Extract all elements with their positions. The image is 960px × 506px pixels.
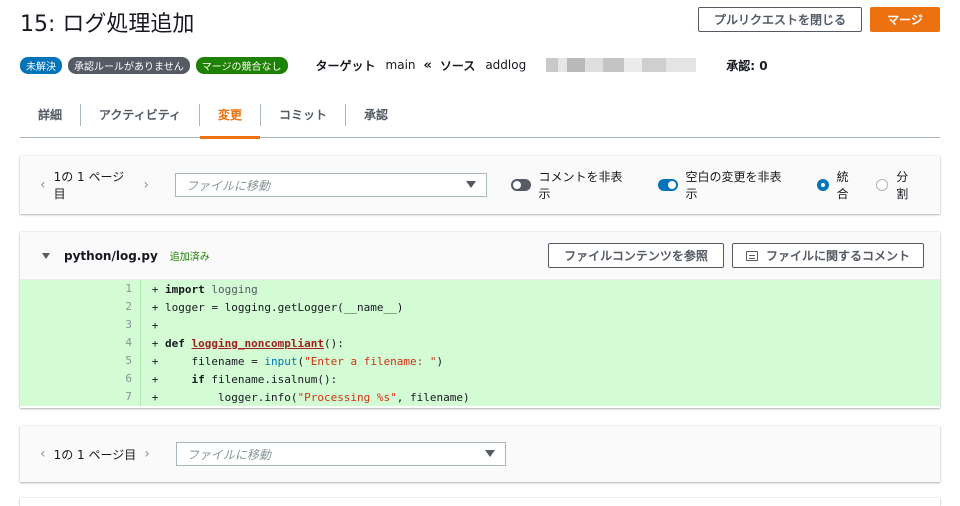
- merge-button[interactable]: マージ: [870, 7, 940, 32]
- page-indicator: 1の 1 ページ目: [53, 447, 137, 462]
- split-label: 分割: [896, 170, 909, 201]
- status-badge-approval-rules: 承認ルールがありません: [68, 56, 190, 74]
- code-diff: 1 + import logging 2 + logger = logging.…: [20, 280, 940, 406]
- code-text: logger = logging.getLogger(__name__): [165, 300, 404, 314]
- page-title: 15: ログ処理追加: [20, 12, 195, 37]
- diff-sign: +: [151, 300, 159, 314]
- target-branch[interactable]: main: [386, 58, 416, 72]
- tab-changes[interactable]: 変更: [199, 92, 261, 139]
- chevron-left-icon[interactable]: ‹: [40, 446, 46, 462]
- code-text: filename = input("Enter a filename: "): [165, 354, 444, 368]
- chevron-right-icon[interactable]: ›: [144, 446, 150, 462]
- double-chevron-left-icon: «: [423, 57, 432, 73]
- close-pull-request-button[interactable]: プルリクエストを閉じる: [698, 7, 862, 32]
- tab-activity[interactable]: アクティビティ: [81, 92, 199, 138]
- hide-whitespace-toggle[interactable]: 空白の変更を非表示: [657, 168, 793, 202]
- diff-toolbar-bottom: ‹ 1の 1 ページ目 › ファイルに移動: [20, 426, 940, 482]
- page-indicator: 1の 1 ページ目: [53, 170, 125, 201]
- line-number: 6: [20, 370, 141, 388]
- file-diff-panel: python/log.py 追加済み ファイルコンテンツを参照 ファイルに関する…: [20, 232, 940, 408]
- pagination: ‹ 1の 1 ページ目 ›: [40, 446, 158, 463]
- source-label: ソース: [439, 58, 476, 73]
- hide-comments-toggle[interactable]: コメントを非表示: [510, 168, 634, 202]
- view-file-contents-button[interactable]: ファイルコンテンツを参照: [548, 243, 724, 268]
- status-badge-merge-conflicts: マージの競合なし: [195, 56, 288, 74]
- caret-down-icon: [484, 450, 495, 457]
- file-name: python/log.py: [64, 248, 158, 263]
- code-line[interactable]: 7 + logger.info("Processing %s", filenam…: [20, 388, 940, 406]
- radio-unselected-icon[interactable]: [876, 179, 889, 191]
- diff-sign: +: [151, 354, 159, 368]
- code-text: logger.info("Processing %s", filename): [165, 390, 470, 404]
- diff-sign: +: [151, 372, 159, 386]
- code-line[interactable]: 1 + import logging: [20, 280, 940, 298]
- code-line[interactable]: 6 + if filename.isalnum():: [20, 370, 940, 388]
- file-header: python/log.py 追加済み ファイルコンテンツを参照 ファイルに関する…: [20, 232, 940, 280]
- line-number: 1: [20, 280, 141, 298]
- comment-on-file-button[interactable]: ファイルに関するコメント: [732, 243, 924, 268]
- diff-sign: +: [151, 390, 159, 404]
- target-label: ターゲット: [315, 58, 376, 73]
- pr-tabs: 詳細 アクティビティ 変更 コミット 承認: [20, 92, 940, 139]
- diff-sign: +: [151, 282, 159, 296]
- code-line[interactable]: 4 + def logging_noncompliant():: [20, 334, 940, 352]
- file-jump-select[interactable]: ファイルに移動: [174, 173, 487, 197]
- next-panel: [20, 498, 940, 506]
- file-jump-placeholder: ファイルに移動: [186, 447, 271, 462]
- tab-approvals[interactable]: 承認: [346, 92, 406, 138]
- file-status: 追加済み: [169, 252, 210, 263]
- code-line[interactable]: 3 +: [20, 316, 940, 334]
- line-number: 5: [20, 352, 141, 370]
- code-text: import logging: [165, 282, 258, 296]
- line-number: 3: [20, 316, 141, 334]
- tab-details[interactable]: 詳細: [20, 92, 80, 138]
- diff-toolbar: ‹ 1の 1 ページ目 › ファイルに移動 コメントを非表示 空白の変更を非表示…: [20, 156, 940, 214]
- chevron-left-icon[interactable]: ‹: [40, 177, 46, 193]
- tab-commits[interactable]: コミット: [261, 92, 345, 138]
- code-line[interactable]: 2 + logger = logging.getLogger(__name__): [20, 298, 940, 316]
- caret-down-icon[interactable]: [42, 252, 50, 259]
- caret-down-icon: [465, 181, 476, 188]
- comment-on-file-label: ファイルに関するコメント: [765, 249, 910, 263]
- line-number: 4: [20, 334, 141, 352]
- code-text: def logging_noncompliant():: [165, 336, 344, 350]
- code-line[interactable]: 5 + filename = input("Enter a filename: …: [20, 352, 940, 370]
- diff-sign: +: [151, 336, 159, 350]
- status-badge-open: 未解決: [20, 56, 62, 74]
- source-branch[interactable]: addlog: [485, 58, 526, 72]
- toggle-on-icon[interactable]: [657, 179, 678, 191]
- line-number: 7: [20, 388, 141, 406]
- code-text: if filename.isalnum():: [191, 372, 338, 386]
- approval-count: 承認: 0: [726, 58, 768, 73]
- chevron-right-icon[interactable]: ›: [143, 177, 149, 193]
- redacted-author: [546, 58, 697, 72]
- unified-label: 統合: [836, 170, 849, 201]
- toggle-off-icon[interactable]: [510, 179, 531, 191]
- unified-view-radio[interactable]: 統合: [816, 168, 861, 202]
- comment-icon: [745, 250, 758, 261]
- hide-whitespace-label: 空白の変更を非表示: [685, 170, 782, 201]
- pr-meta-row: 未解決 承認ルールがありません マージの競合なし ターゲット main « ソー…: [20, 56, 940, 74]
- line-number: 2: [20, 298, 141, 316]
- radio-selected-icon[interactable]: [816, 179, 829, 191]
- split-view-radio[interactable]: 分割: [876, 168, 920, 202]
- file-jump-placeholder: ファイルに移動: [185, 178, 270, 193]
- diff-sign: +: [151, 318, 159, 332]
- hide-comments-label: コメントを非表示: [538, 170, 623, 201]
- pagination: ‹ 1の 1 ページ目 ›: [40, 168, 157, 202]
- file-jump-select[interactable]: ファイルに移動: [175, 442, 506, 466]
